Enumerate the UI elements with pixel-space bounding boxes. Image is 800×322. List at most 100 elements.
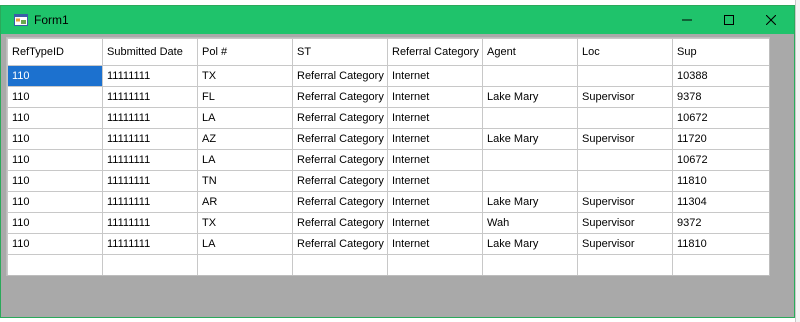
table-cell[interactable]: 11111111 xyxy=(102,170,198,192)
table-row[interactable]: 110 11111111 AR Referral Category Internet La… xyxy=(7,191,769,213)
column-header[interactable]: RefTypeID xyxy=(7,38,103,66)
table-row[interactable]: 110 11111111 LA Referral Category Internet 10… xyxy=(7,107,769,129)
table-cell[interactable]: 11111111 xyxy=(102,149,198,171)
table-cell[interactable]: Supervisor xyxy=(577,128,673,150)
table-cell[interactable] xyxy=(482,170,578,192)
table-cell[interactable] xyxy=(482,107,578,129)
table-cell[interactable] xyxy=(672,254,769,275)
column-header[interactable]: ST xyxy=(292,38,388,66)
table-cell[interactable]: TX xyxy=(197,65,293,87)
table-cell[interactable] xyxy=(577,254,673,275)
table-cell[interactable]: 11111111 xyxy=(102,128,198,150)
table-cell[interactable] xyxy=(482,149,578,171)
table-cell[interactable] xyxy=(292,254,388,275)
table-cell[interactable] xyxy=(577,107,673,129)
minimize-button[interactable] xyxy=(665,6,709,34)
column-header[interactable]: Sup xyxy=(672,38,769,66)
table-cell[interactable]: 110 xyxy=(7,170,103,192)
table-cell[interactable]: AR xyxy=(197,191,293,213)
maximize-button[interactable] xyxy=(707,6,751,34)
title-bar[interactable]: Form1 xyxy=(1,6,794,34)
table-cell[interactable]: Internet xyxy=(387,191,483,213)
table-cell[interactable] xyxy=(577,65,673,87)
table-cell[interactable] xyxy=(577,170,673,192)
new-row[interactable] xyxy=(7,254,769,275)
table-row[interactable]: 110 11111111 TX Referral Category Internet Wa… xyxy=(7,212,769,234)
column-header[interactable]: Submitted Date xyxy=(102,38,198,66)
table-cell[interactable]: 9378 xyxy=(672,86,769,108)
table-cell[interactable]: Internet xyxy=(387,86,483,108)
table-cell[interactable]: 110 xyxy=(7,107,103,129)
table-cell[interactable]: 110 xyxy=(7,128,103,150)
table-cell[interactable]: 11720 xyxy=(672,128,769,150)
column-header[interactable]: Pol # xyxy=(197,38,293,66)
close-button[interactable] xyxy=(749,6,793,34)
table-cell[interactable] xyxy=(387,254,483,275)
table-cell[interactable]: Lake Mary xyxy=(482,86,578,108)
table-cell[interactable]: 11304 xyxy=(672,191,769,213)
table-cell[interactable]: 11111111 xyxy=(102,107,198,129)
table-cell[interactable]: 110 xyxy=(7,65,103,87)
table-cell[interactable]: 110 xyxy=(7,212,103,234)
table-cell[interactable]: Supervisor xyxy=(577,86,673,108)
table-cell[interactable]: LA xyxy=(197,107,293,129)
table-cell[interactable]: 11111111 xyxy=(102,233,198,255)
table-cell[interactable]: AZ xyxy=(197,128,293,150)
table-cell[interactable]: Referral Category xyxy=(292,170,388,192)
table-cell[interactable]: Referral Category xyxy=(292,65,388,87)
table-cell[interactable]: 10672 xyxy=(672,107,769,129)
table-cell[interactable]: 11111111 xyxy=(102,191,198,213)
table-cell[interactable]: TN xyxy=(197,170,293,192)
table-cell[interactable]: 110 xyxy=(7,233,103,255)
table-cell[interactable]: Referral Category xyxy=(292,107,388,129)
table-cell[interactable]: 11810 xyxy=(672,233,769,255)
table-row[interactable]: 110 11111111 TX Referral Category Internet 10… xyxy=(7,65,769,87)
table-cell[interactable]: 11111111 xyxy=(102,65,198,87)
table-cell[interactable]: Internet xyxy=(387,149,483,171)
table-cell[interactable]: Lake Mary xyxy=(482,233,578,255)
table-cell[interactable]: Internet xyxy=(387,170,483,192)
data-grid[interactable]: RefTypeID Submitted Date Pol # ST Referral C… xyxy=(6,37,770,276)
table-cell[interactable]: Supervisor xyxy=(577,191,673,213)
table-cell[interactable]: Internet xyxy=(387,107,483,129)
column-header[interactable]: Referral Category xyxy=(387,38,483,66)
table-cell[interactable]: Referral Category xyxy=(292,212,388,234)
table-cell[interactable]: 10388 xyxy=(672,65,769,87)
table-cell[interactable] xyxy=(577,149,673,171)
column-header[interactable]: Agent xyxy=(482,38,578,66)
table-cell[interactable]: 110 xyxy=(7,191,103,213)
table-cell[interactable]: LA xyxy=(197,233,293,255)
table-cell[interactable]: Internet xyxy=(387,212,483,234)
table-cell[interactable]: 110 xyxy=(7,149,103,171)
table-row[interactable]: 110 11111111 TN Referral Category Internet 11… xyxy=(7,170,769,192)
table-cell[interactable]: TX xyxy=(197,212,293,234)
table-cell[interactable]: Referral Category xyxy=(292,149,388,171)
column-header[interactable]: Loc xyxy=(577,38,673,66)
table-cell[interactable] xyxy=(482,254,578,275)
table-cell[interactable] xyxy=(7,254,103,275)
table-cell[interactable]: LA xyxy=(197,149,293,171)
table-cell[interactable]: Internet xyxy=(387,128,483,150)
table-cell[interactable]: Internet xyxy=(387,233,483,255)
table-cell[interactable]: Lake Mary xyxy=(482,191,578,213)
table-cell[interactable]: 11111111 xyxy=(102,86,198,108)
table-cell[interactable]: 11111111 xyxy=(102,212,198,234)
table-cell[interactable]: Internet xyxy=(387,65,483,87)
table-cell[interactable]: Supervisor xyxy=(577,233,673,255)
table-cell[interactable]: 11810 xyxy=(672,170,769,192)
table-cell[interactable] xyxy=(102,254,198,275)
table-cell[interactable]: 10672 xyxy=(672,149,769,171)
table-cell[interactable]: FL xyxy=(197,86,293,108)
table-row[interactable]: 110 11111111 FL Referral Category Internet La… xyxy=(7,86,769,108)
table-row[interactable]: 110 11111111 AZ Referral Category Internet La… xyxy=(7,128,769,150)
table-row[interactable]: 110 11111111 LA Referral Category Internet 10… xyxy=(7,149,769,171)
table-cell[interactable]: Referral Category xyxy=(292,191,388,213)
table-cell[interactable]: Wah xyxy=(482,212,578,234)
table-cell[interactable]: Referral Category xyxy=(292,86,388,108)
table-cell[interactable] xyxy=(482,65,578,87)
table-cell[interactable]: 9372 xyxy=(672,212,769,234)
table-row[interactable]: 110 11111111 LA Referral Category Internet La… xyxy=(7,233,769,255)
table-cell[interactable]: Supervisor xyxy=(577,212,673,234)
table-cell[interactable]: 110 xyxy=(7,86,103,108)
table-cell[interactable]: Referral Category xyxy=(292,128,388,150)
